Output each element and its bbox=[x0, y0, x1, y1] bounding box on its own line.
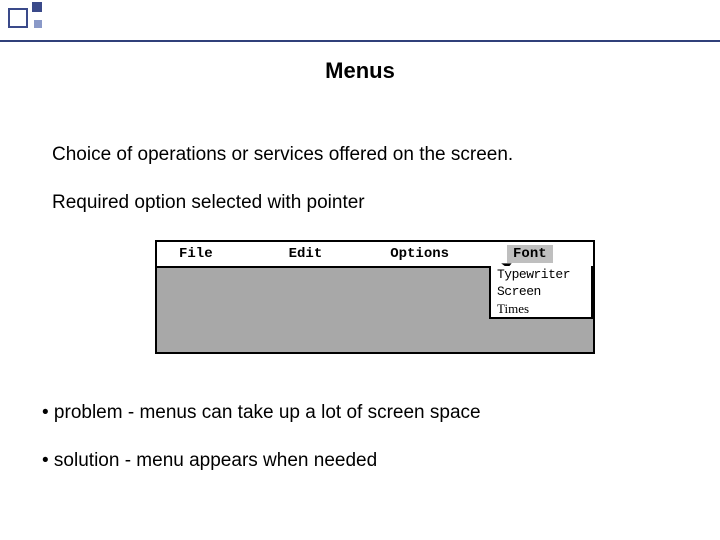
menu-item-file[interactable]: File bbox=[175, 246, 217, 262]
dropdown-item-times[interactable]: Times bbox=[491, 300, 591, 317]
slide-top-rule bbox=[0, 40, 720, 42]
menu-item-edit[interactable]: Edit bbox=[285, 246, 327, 262]
menu-item-font-wrap[interactable]: Font ➤ bbox=[507, 245, 553, 263]
decor-square-outline bbox=[8, 8, 28, 28]
decor-square-light bbox=[34, 20, 42, 28]
body-line-2: Required option selected with pointer bbox=[52, 192, 365, 214]
dropdown-item-screen[interactable]: Screen bbox=[491, 283, 591, 300]
menu-item-font: Font bbox=[507, 245, 553, 263]
slide-title: Menus bbox=[0, 58, 720, 84]
font-dropdown: Typewriter Screen Times bbox=[489, 266, 593, 319]
dropdown-item-typewriter[interactable]: Typewriter bbox=[491, 266, 591, 283]
menu-item-options[interactable]: Options bbox=[386, 246, 453, 262]
menubar: File Edit Options Font ➤ bbox=[155, 240, 595, 268]
menu-illustration: File Edit Options Font ➤ Typewriter Scre… bbox=[155, 240, 595, 356]
decor-square-dark bbox=[32, 2, 42, 12]
bullet-solution: • solution - menu appears when needed bbox=[42, 450, 377, 472]
bullet-problem: • problem - menus can take up a lot of s… bbox=[42, 402, 481, 424]
body-line-1: Choice of operations or services offered… bbox=[52, 144, 513, 166]
slide-corner-decoration bbox=[0, 0, 100, 45]
